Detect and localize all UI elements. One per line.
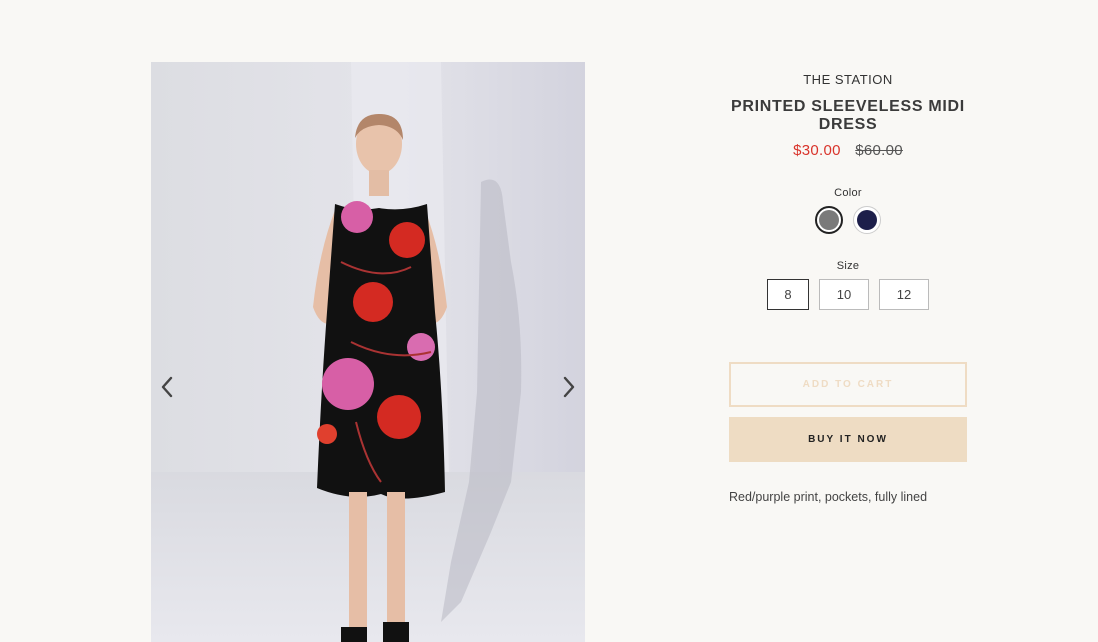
chevron-left-icon	[161, 376, 173, 398]
size-option-8[interactable]: 8	[767, 279, 809, 310]
sale-price: $30.00	[793, 142, 841, 159]
size-selector: 8 10 12	[700, 279, 996, 310]
product-vendor[interactable]: THE STATION	[700, 72, 996, 87]
size-option-12[interactable]: 12	[879, 279, 929, 310]
gallery-next-button[interactable]	[554, 372, 584, 402]
size-option-label: Size	[836, 260, 860, 272]
swatch-fill	[819, 210, 839, 230]
product-page: THE STATION PRINTED SLEEVELESS MIDI DRES…	[0, 0, 1098, 642]
swatch-fill	[857, 210, 877, 230]
gallery-prev-button[interactable]	[152, 372, 182, 402]
product-info: THE STATION PRINTED SLEEVELESS MIDI DRES…	[700, 62, 996, 310]
color-swatch-navy[interactable]	[853, 206, 881, 234]
product-prices: $30.00 $60.00	[700, 142, 996, 159]
product-photo	[151, 62, 585, 642]
buy-it-now-button[interactable]: BUY IT NOW	[729, 417, 967, 462]
color-option-label: Color	[834, 187, 862, 199]
color-swatches	[700, 206, 996, 234]
compare-at-price: $60.00	[855, 142, 903, 159]
chevron-right-icon	[563, 376, 575, 398]
size-option-10[interactable]: 10	[819, 279, 869, 310]
product-gallery	[151, 62, 585, 642]
color-swatch-grey[interactable]	[815, 206, 843, 234]
product-title: PRINTED SLEEVELESS MIDI DRESS	[731, 98, 965, 133]
add-to-cart-button[interactable]: ADD TO CART	[729, 362, 967, 407]
product-description: Red/purple print, pockets, fully lined	[729, 490, 928, 504]
